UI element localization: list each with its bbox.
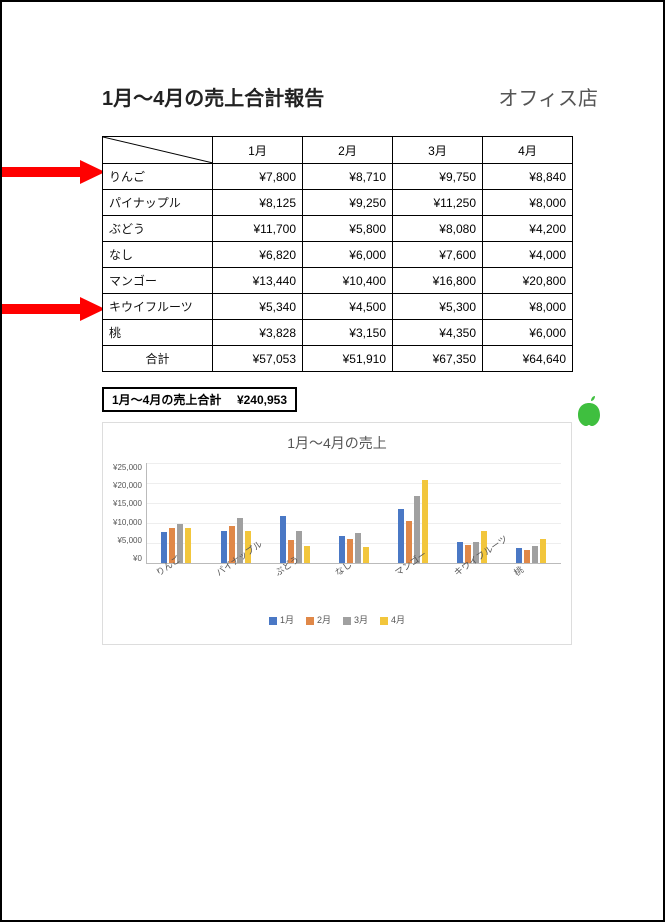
- cell-value: ¥4,350: [393, 320, 483, 346]
- chart-title: 1月～4月の売上: [113, 433, 561, 453]
- cell-value: ¥8,000: [483, 294, 573, 320]
- col-header: 1月: [213, 137, 303, 164]
- legend-item: 2月: [306, 613, 331, 626]
- cell-value: ¥13,440: [213, 268, 303, 294]
- cell-value: ¥9,750: [393, 164, 483, 190]
- total-value: ¥64,640: [483, 346, 573, 372]
- cell-value: ¥8,080: [393, 216, 483, 242]
- sales-table: 1月 2月 3月 4月 りんご¥7,800¥8,710¥9,750¥8,840パ…: [102, 136, 573, 372]
- legend-swatch: [380, 617, 388, 625]
- table-row: ぶどう¥11,700¥5,800¥8,080¥4,200: [103, 216, 573, 242]
- cell-value: ¥8,840: [483, 164, 573, 190]
- store-name: オフィス店: [498, 82, 598, 111]
- table-corner-cell: [103, 137, 213, 164]
- chart-x-axis: りんごパイナップルぶどうなしマンゴーキウイフルーツ桃: [143, 568, 561, 608]
- y-tick: ¥10,000: [113, 518, 142, 527]
- bar: [398, 509, 404, 563]
- bar: [280, 516, 286, 563]
- chart-legend: 1月 2月 3月 4月: [113, 613, 561, 626]
- col-header: 4月: [483, 137, 573, 164]
- table-row: りんご¥7,800¥8,710¥9,750¥8,840: [103, 164, 573, 190]
- cell-value: ¥6,000: [483, 320, 573, 346]
- legend-swatch: [269, 617, 277, 625]
- cell-value: ¥4,200: [483, 216, 573, 242]
- cell-value: ¥5,800: [303, 216, 393, 242]
- legend-label: 1月: [280, 615, 294, 625]
- row-label: ぶどう: [103, 216, 213, 242]
- row-label: マンゴー: [103, 268, 213, 294]
- table-row: マンゴー¥13,440¥10,400¥16,800¥20,800: [103, 268, 573, 294]
- table-row: キウイフルーツ¥5,340¥4,500¥5,300¥8,000: [103, 294, 573, 320]
- row-label: 桃: [103, 320, 213, 346]
- row-label: キウイフルーツ: [103, 294, 213, 320]
- table-total-row: 合計¥57,053¥51,910¥67,350¥64,640: [103, 346, 573, 372]
- cell-value: ¥8,125: [213, 190, 303, 216]
- legend-label: 4月: [391, 615, 405, 625]
- legend-swatch: [306, 617, 314, 625]
- report-title: 1月～4月の売上合計報告: [102, 82, 324, 111]
- cell-value: ¥4,000: [483, 242, 573, 268]
- cell-value: ¥10,400: [303, 268, 393, 294]
- cell-value: ¥6,820: [213, 242, 303, 268]
- cell-value: ¥4,500: [303, 294, 393, 320]
- y-tick: ¥20,000: [113, 481, 142, 490]
- y-tick: ¥25,000: [113, 463, 142, 472]
- cell-value: ¥3,828: [213, 320, 303, 346]
- cell-value: ¥8,710: [303, 164, 393, 190]
- total-value: ¥67,350: [393, 346, 483, 372]
- cell-value: ¥16,800: [393, 268, 483, 294]
- cell-value: ¥5,340: [213, 294, 303, 320]
- legend-item: 1月: [269, 613, 294, 626]
- cell-value: ¥7,600: [393, 242, 483, 268]
- page-frame: 1月～4月の売上合計報告 オフィス店 1月 2月 3月 4月: [0, 0, 665, 922]
- y-tick: ¥5,000: [113, 536, 142, 545]
- cell-value: ¥7,800: [213, 164, 303, 190]
- row-label: なし: [103, 242, 213, 268]
- cell-value: ¥11,250: [393, 190, 483, 216]
- col-header: 2月: [303, 137, 393, 164]
- chart: 1月～4月の売上 ¥25,000 ¥20,000 ¥15,000 ¥10,000 ¥5,…: [102, 422, 572, 645]
- cell-value: ¥20,800: [483, 268, 573, 294]
- cell-value: ¥8,000: [483, 190, 573, 216]
- chart-y-axis: ¥25,000 ¥20,000 ¥15,000 ¥10,000 ¥5,000 ¥0: [113, 463, 142, 563]
- legend-item: 3月: [343, 613, 368, 626]
- cell-value: ¥5,300: [393, 294, 483, 320]
- table-row: パイナップル¥8,125¥9,250¥11,250¥8,000: [103, 190, 573, 216]
- table-row: 桃¥3,828¥3,150¥4,350¥6,000: [103, 320, 573, 346]
- cell-value: ¥3,150: [303, 320, 393, 346]
- cell-value: ¥11,700: [213, 216, 303, 242]
- summary-label: 1月～4月の売上合計: [112, 391, 221, 408]
- total-label: 合計: [103, 346, 213, 372]
- total-value: ¥51,910: [303, 346, 393, 372]
- y-tick: ¥15,000: [113, 499, 142, 508]
- total-value: ¥57,053: [213, 346, 303, 372]
- cell-value: ¥6,000: [303, 242, 393, 268]
- cell-value: ¥9,250: [303, 190, 393, 216]
- legend-item: 4月: [380, 613, 405, 626]
- y-tick: ¥0: [113, 554, 142, 563]
- summary-box: 1月～4月の売上合計 ¥240,953: [102, 387, 297, 412]
- row-label: りんご: [103, 164, 213, 190]
- row-label: パイナップル: [103, 190, 213, 216]
- legend-label: 2月: [317, 615, 331, 625]
- table-row: なし¥6,820¥6,000¥7,600¥4,000: [103, 242, 573, 268]
- legend-label: 3月: [354, 615, 368, 625]
- col-header: 3月: [393, 137, 483, 164]
- summary-value: ¥240,953: [237, 393, 287, 407]
- legend-swatch: [343, 617, 351, 625]
